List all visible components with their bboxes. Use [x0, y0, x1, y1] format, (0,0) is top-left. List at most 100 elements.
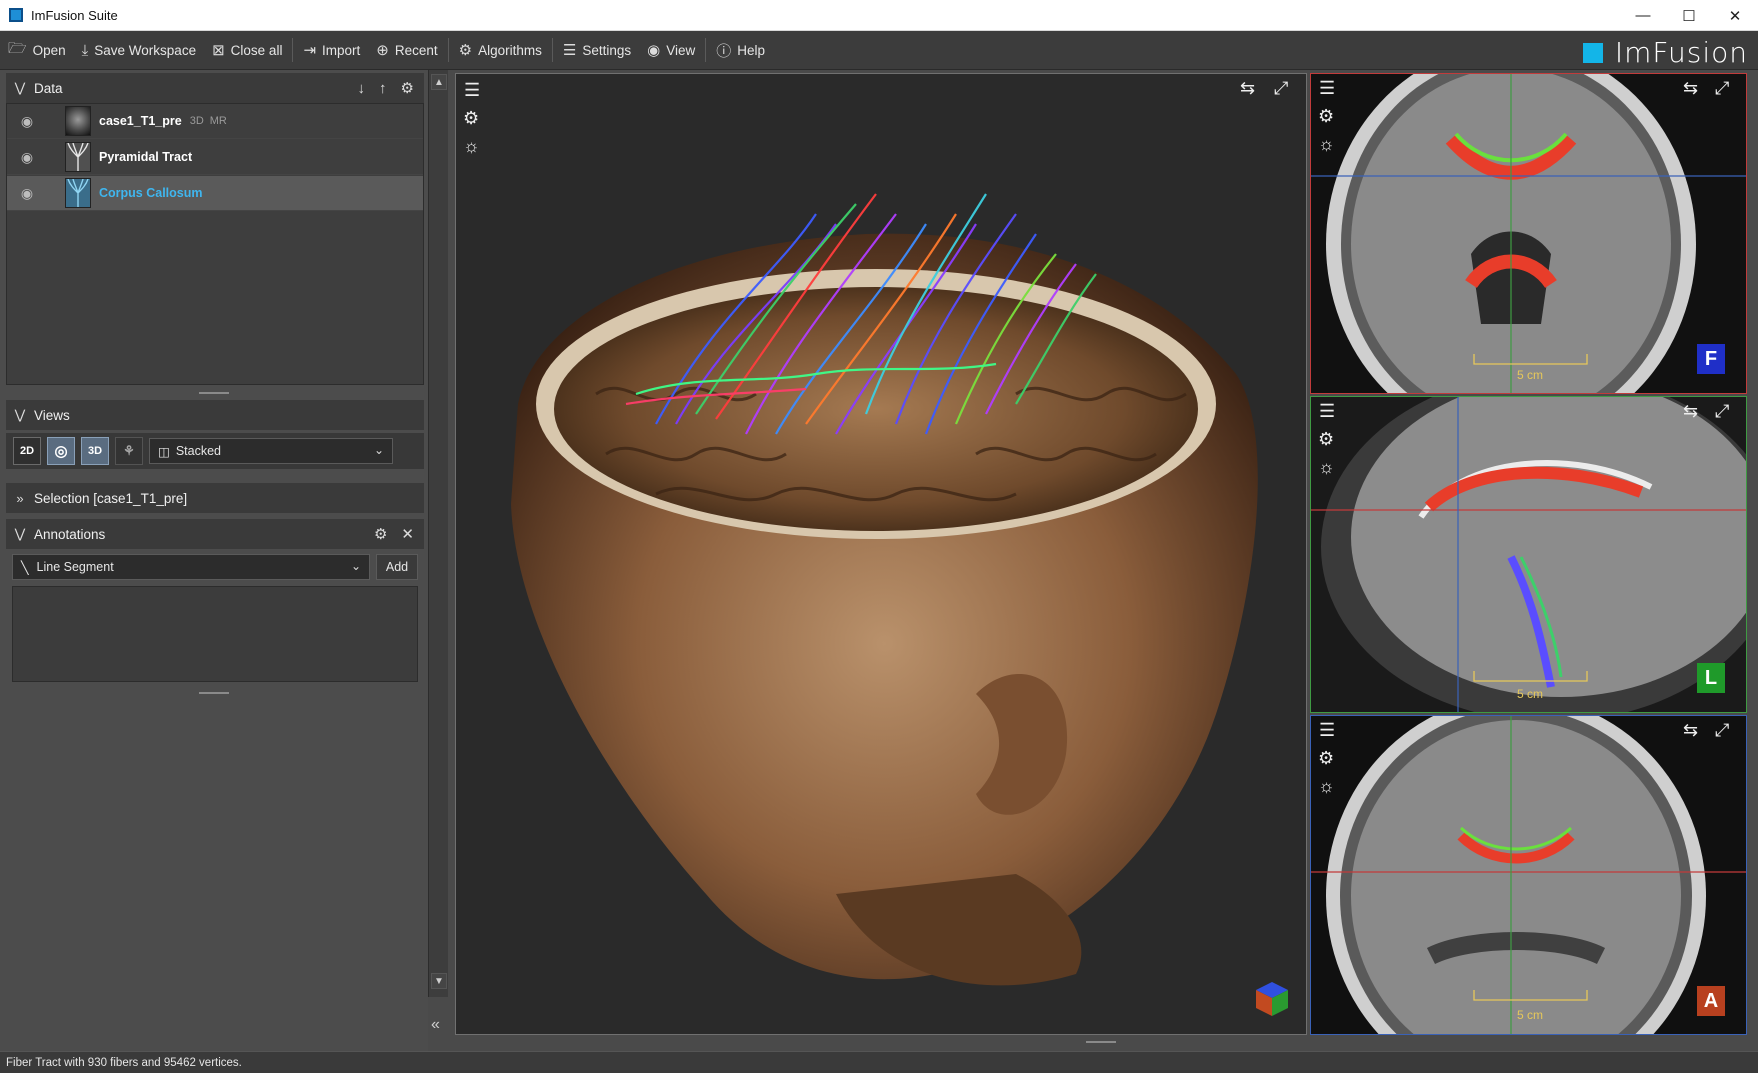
save-workspace-button[interactable]: ⤓ Save Workspace — [74, 35, 204, 65]
move-down-icon[interactable]: ↓ — [358, 80, 366, 97]
add-annotation-button[interactable]: Add — [376, 554, 418, 580]
algorithms-button[interactable]: ⚙ Algorithms — [451, 35, 550, 65]
brightness-icon[interactable]: ☼ — [1318, 134, 1335, 155]
maximize-icon[interactable]: ⤢ — [1715, 720, 1729, 741]
download-icon: ⤓ — [81, 41, 89, 59]
view-layout-select[interactable]: ◫ Stacked ⌄ — [149, 438, 393, 464]
viewport-menu-icon[interactable]: ☰ — [464, 80, 480, 101]
data-panel-title: Data — [34, 80, 63, 96]
data-item-case1-t1-pre[interactable]: ◉ case1_T1_pre 3D MR — [7, 104, 423, 139]
scale-label: 5 cm — [1517, 1008, 1544, 1022]
data-panel-header[interactable]: ⋁ Data ↓ ↑ ⚙ — [6, 73, 424, 103]
data-item-name: Pyramidal Tract — [99, 150, 193, 164]
splitter-handle[interactable] — [199, 692, 229, 694]
minimize-button[interactable]: — — [1620, 0, 1666, 31]
grid-globe-icon: ◎ — [54, 443, 68, 460]
gear-icon[interactable]: ⚙ — [1318, 748, 1334, 769]
open-button[interactable]: 🗁 Open — [0, 35, 74, 65]
close-box-icon: ⊠ — [212, 42, 225, 59]
gears-icon: ⚙ — [458, 42, 473, 59]
collapse-chevron-icon[interactable]: ⋁ — [6, 407, 34, 423]
splitter-handle[interactable] — [1086, 1041, 1116, 1043]
maximize-icon[interactable]: ⤢ — [1715, 401, 1729, 422]
swap-icon[interactable]: ⇆ — [1683, 720, 1698, 741]
visibility-eye-icon[interactable]: ◉ — [7, 149, 47, 166]
main-3d-viewport[interactable]: ☰ ⚙ ☼ ⇆ ⤢ — [455, 73, 1307, 1035]
annotation-type-value: Line Segment — [36, 560, 114, 574]
brightness-icon[interactable]: ☼ — [1318, 776, 1335, 797]
gear-icon[interactable]: ⚙ — [401, 79, 414, 97]
views-panel-header[interactable]: ⋁ Views — [6, 400, 424, 430]
data-item-pyramidal-tract[interactable]: ◉ Pyramidal Tract — [7, 140, 423, 175]
view-button[interactable]: ◉ View — [639, 35, 703, 65]
view-3d-button[interactable]: 3D — [81, 437, 109, 465]
chevron-down-icon: ⌄ — [373, 443, 384, 457]
recent-button[interactable]: ⊕ Recent — [368, 35, 445, 65]
sagittal-slice-image — [1311, 397, 1746, 712]
help-button[interactable]: ⓘ Help — [708, 35, 773, 65]
annotation-type-select[interactable]: ╲ Line Segment ⌄ — [12, 554, 370, 580]
maximize-icon[interactable]: ⤢ — [1274, 78, 1288, 99]
swap-icon[interactable]: ⇆ — [1683, 401, 1698, 422]
annotations-panel-header[interactable]: ⋁ Annotations ⚙ ✕ — [6, 519, 424, 549]
close-icon[interactable]: ✕ — [401, 525, 414, 543]
collapse-dock-icon[interactable]: « — [431, 1016, 440, 1034]
status-bar: Fiber Tract with 930 fibers and 95462 ve… — [0, 1051, 1758, 1073]
view-2d-button[interactable]: 2D — [13, 437, 41, 465]
maximize-icon[interactable]: ⤢ — [1715, 78, 1729, 99]
folder-open-icon: 🗁 — [8, 39, 27, 57]
data-item-tag-mr: MR — [209, 115, 227, 127]
window-title: ImFusion Suite — [31, 7, 118, 23]
left-dock-scrollbar[interactable]: ▲ ▼ — [428, 70, 448, 997]
annotations-panel-actions: ⚙ ✕ — [374, 519, 414, 549]
brightness-icon[interactable]: ☼ — [463, 136, 480, 157]
collapse-chevron-icon[interactable]: ⋁ — [6, 526, 34, 542]
visibility-eye-icon[interactable]: ◉ — [7, 113, 47, 130]
toolbar-separator — [292, 38, 294, 62]
recent-icon: ⊕ — [376, 42, 389, 59]
import-button[interactable]: ⇥ Import — [295, 35, 368, 65]
collapse-chevron-icon[interactable]: ⋁ — [6, 80, 34, 96]
gear-icon[interactable]: ⚙ — [463, 108, 479, 129]
fiber-icon: ⚘ — [123, 443, 135, 458]
data-panel-actions: ↓ ↑ ⚙ — [358, 73, 414, 103]
orientation-badge-a: A — [1697, 986, 1725, 1016]
move-up-icon[interactable]: ↑ — [379, 80, 387, 97]
splitter-handle[interactable] — [199, 392, 229, 394]
orientation-badge-f: F — [1697, 344, 1725, 374]
close-button[interactable]: ✕ — [1712, 0, 1758, 31]
orientation-badge-l: L — [1697, 663, 1725, 693]
import-icon: ⇥ — [303, 42, 317, 59]
gear-icon[interactable]: ⚙ — [1318, 429, 1334, 450]
brightness-icon[interactable]: ☼ — [1318, 457, 1335, 478]
viewport-menu-icon[interactable]: ☰ — [1319, 78, 1335, 99]
left-dock: ⋁ Data ↓ ↑ ⚙ ◉ case1_T1_pre 3D MR ◉ Pyra… — [0, 70, 428, 1051]
views-toolbar: 2D ◎ 3D ⚘ ◫ Stacked ⌄ — [6, 433, 424, 469]
scroll-up-arrow-icon[interactable]: ▲ — [431, 74, 447, 90]
viewport-menu-icon[interactable]: ☰ — [1319, 720, 1335, 741]
slice-viewport-axial[interactable]: 5 cm ☰ ⚙ ☼ ⇆ ⤢ F — [1310, 73, 1747, 394]
sliders-icon: ☰ — [562, 42, 577, 59]
visibility-eye-icon[interactable]: ◉ — [7, 185, 47, 202]
orientation-cube-icon — [1250, 978, 1290, 1018]
viewport-menu-icon[interactable]: ☰ — [1319, 401, 1335, 422]
swap-icon[interactable]: ⇆ — [1240, 78, 1255, 99]
maximize-button[interactable]: ☐ — [1666, 0, 1712, 31]
slice-viewport-coronal[interactable]: 5 cm ☰ ⚙ ☼ ⇆ ⤢ A — [1310, 715, 1747, 1035]
expand-chevron-icon[interactable]: » — [6, 491, 34, 506]
gear-icon[interactable]: ⚙ — [374, 525, 387, 543]
mr-volume-thumbnail — [65, 106, 91, 136]
view-fiber-button[interactable]: ⚘ — [115, 437, 143, 465]
swap-icon[interactable]: ⇆ — [1683, 78, 1698, 99]
data-item-corpus-callosum[interactable]: ◉ Corpus Callosum — [7, 176, 423, 211]
settings-button[interactable]: ☰ Settings — [555, 35, 639, 65]
view-slice-grid-button[interactable]: ◎ — [47, 437, 75, 465]
slice-viewport-sagittal[interactable]: 5 cm ☰ ⚙ ☼ ⇆ ⤢ L — [1310, 396, 1747, 713]
window-controls: — ☐ ✕ — [1620, 0, 1758, 31]
scroll-down-arrow-icon[interactable]: ▼ — [431, 973, 447, 989]
gear-icon[interactable]: ⚙ — [1318, 106, 1334, 127]
fiber-tract-thumbnail — [65, 142, 91, 172]
close-all-button[interactable]: ⊠ Close all — [204, 35, 290, 65]
data-item-name: case1_T1_pre — [99, 114, 182, 128]
selection-panel-header[interactable]: » Selection [case1_T1_pre] — [6, 483, 424, 513]
